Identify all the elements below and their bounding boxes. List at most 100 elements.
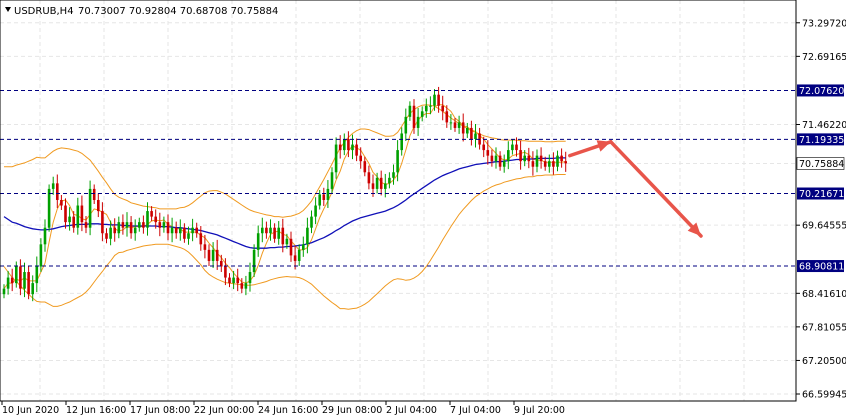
candle-body[interactable] bbox=[359, 155, 362, 162]
candle-body[interactable] bbox=[490, 155, 494, 162]
candle-body[interactable] bbox=[191, 227, 194, 234]
candle-body[interactable] bbox=[256, 233, 260, 250]
candle-body[interactable] bbox=[306, 227, 309, 245]
candle-body[interactable] bbox=[43, 227, 47, 245]
candle-body[interactable] bbox=[10, 277, 14, 284]
candle-body[interactable] bbox=[560, 155, 563, 162]
candle-body[interactable] bbox=[441, 105, 444, 112]
candle-body[interactable] bbox=[117, 222, 121, 234]
candle-body[interactable] bbox=[88, 188, 92, 228]
candle-body[interactable] bbox=[240, 283, 244, 289]
candle-body[interactable] bbox=[318, 194, 321, 206]
candle-body[interactable] bbox=[84, 222, 88, 228]
candle-body[interactable] bbox=[27, 272, 30, 295]
candle-body[interactable] bbox=[511, 144, 514, 151]
candle-body[interactable] bbox=[502, 161, 506, 167]
candle-body[interactable] bbox=[474, 133, 477, 140]
price-chart[interactable]: 72.07620 71.19335 70.21671 68.90811 73.29720… bbox=[0, 0, 846, 419]
candle-body[interactable] bbox=[162, 222, 166, 228]
candle-body[interactable] bbox=[482, 144, 485, 151]
candle-body[interactable] bbox=[486, 150, 490, 156]
candle-body[interactable] bbox=[101, 211, 104, 234]
candle-body[interactable] bbox=[494, 155, 498, 162]
candle-body[interactable] bbox=[125, 222, 129, 228]
candle-body[interactable] bbox=[330, 172, 334, 189]
candle-body[interactable] bbox=[519, 150, 522, 162]
candle-body[interactable] bbox=[244, 283, 248, 289]
candle-body[interactable] bbox=[72, 216, 75, 228]
candle-body[interactable] bbox=[371, 183, 375, 189]
candle-body[interactable] bbox=[277, 227, 280, 239]
candle-body[interactable] bbox=[265, 227, 268, 234]
candle-body[interactable] bbox=[150, 211, 153, 217]
candle-body[interactable] bbox=[252, 249, 256, 273]
candle-body[interactable] bbox=[552, 161, 555, 167]
candle-body[interactable] bbox=[310, 216, 313, 228]
candle-body[interactable] bbox=[261, 227, 264, 234]
candle-body[interactable] bbox=[76, 205, 80, 228]
candle-body[interactable] bbox=[224, 266, 227, 278]
candle-body[interactable] bbox=[183, 227, 186, 239]
candle-body[interactable] bbox=[388, 177, 391, 184]
candle-body[interactable] bbox=[297, 249, 301, 261]
candle-body[interactable] bbox=[302, 244, 305, 250]
candle-body[interactable] bbox=[379, 177, 383, 189]
candle-body[interactable] bbox=[334, 144, 338, 173]
candle-body[interactable] bbox=[68, 216, 71, 223]
candle-body[interactable] bbox=[269, 227, 272, 234]
candle-body[interactable] bbox=[367, 172, 371, 184]
candle-body[interactable] bbox=[121, 222, 125, 228]
candle-body[interactable] bbox=[392, 172, 395, 178]
candle-body[interactable] bbox=[293, 255, 297, 261]
candle-body[interactable] bbox=[384, 183, 387, 189]
candle-body[interactable] bbox=[343, 139, 346, 151]
candle-body[interactable] bbox=[461, 122, 465, 134]
candle-body[interactable] bbox=[289, 238, 293, 256]
candle-body[interactable] bbox=[138, 222, 141, 228]
candle-body[interactable] bbox=[15, 266, 18, 284]
candle-body[interactable] bbox=[211, 249, 215, 261]
candle-body[interactable] bbox=[338, 144, 342, 151]
candle-body[interactable] bbox=[281, 227, 285, 245]
candle-body[interactable] bbox=[105, 233, 108, 239]
candle-body[interactable] bbox=[470, 127, 473, 140]
candle-body[interactable] bbox=[326, 188, 330, 200]
candle-body[interactable] bbox=[215, 249, 219, 261]
candle-body[interactable] bbox=[133, 227, 137, 234]
candle-body[interactable] bbox=[60, 199, 63, 206]
candle-body[interactable] bbox=[56, 183, 59, 200]
candle-body[interactable] bbox=[187, 233, 190, 239]
candle-body[interactable] bbox=[375, 177, 379, 189]
candle-body[interactable] bbox=[248, 272, 252, 284]
candle-body[interactable] bbox=[47, 188, 51, 228]
candle-body[interactable] bbox=[207, 249, 211, 261]
candle-body[interactable] bbox=[322, 194, 326, 200]
candle-body[interactable] bbox=[285, 238, 289, 245]
candle-body[interactable] bbox=[195, 227, 198, 234]
candle-body[interactable] bbox=[142, 222, 145, 228]
candle-body[interactable] bbox=[109, 227, 112, 239]
candle-body[interactable] bbox=[31, 283, 34, 295]
candle-body[interactable] bbox=[203, 244, 207, 250]
candle-body[interactable] bbox=[429, 105, 432, 107]
candle-body[interactable] bbox=[515, 144, 518, 151]
candle-body[interactable] bbox=[92, 188, 96, 200]
candle-body[interactable] bbox=[174, 227, 178, 234]
candle-body[interactable] bbox=[437, 94, 440, 106]
candle-body[interactable] bbox=[35, 266, 39, 284]
candle-body[interactable] bbox=[355, 144, 358, 156]
candle-body[interactable] bbox=[129, 222, 133, 234]
candle-body[interactable] bbox=[531, 161, 535, 167]
candle-body[interactable] bbox=[396, 150, 399, 173]
candle-body[interactable] bbox=[425, 105, 428, 112]
candle-body[interactable] bbox=[449, 122, 453, 124]
candle-body[interactable] bbox=[416, 116, 420, 128]
candle-body[interactable] bbox=[457, 122, 461, 128]
candle-body[interactable] bbox=[453, 122, 457, 128]
candle-body[interactable] bbox=[179, 227, 182, 234]
candle-body[interactable] bbox=[404, 116, 408, 134]
candle-body[interactable] bbox=[412, 105, 416, 128]
candle-body[interactable] bbox=[236, 277, 239, 284]
candle-body[interactable] bbox=[466, 127, 469, 134]
candle-body[interactable] bbox=[548, 161, 551, 167]
